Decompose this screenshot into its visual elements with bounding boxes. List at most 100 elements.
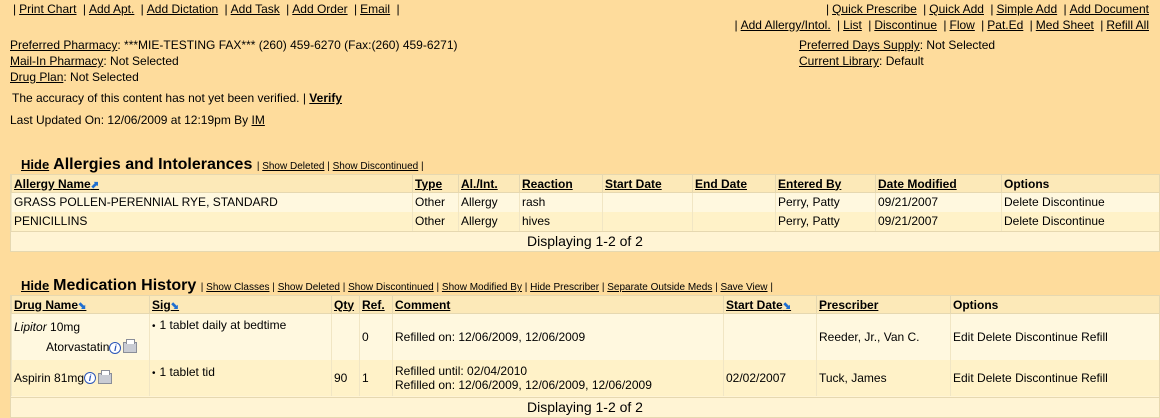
col-sig[interactable]: Sig⬊ xyxy=(149,296,332,314)
quick-prescribe-link[interactable]: Quick Prescribe xyxy=(832,2,917,16)
allergies-table: Allergy Name⬈ Type Al./Int. Reaction Sta… xyxy=(11,175,1159,231)
sort-arrow-icon: ⬈ xyxy=(90,179,100,191)
col-reaction[interactable]: Reaction xyxy=(519,175,603,193)
prescriber-cell: Tuck, James xyxy=(816,359,951,396)
verify-link[interactable]: Verify xyxy=(309,91,342,105)
info-icon[interactable]: i xyxy=(84,372,97,385)
col-drug-name[interactable]: Drug Name⬊ xyxy=(11,296,150,314)
discontinue-link[interactable]: Discontinue xyxy=(874,18,937,32)
accuracy-text: The accuracy of this content has not yet… xyxy=(12,91,306,105)
discontinue-link[interactable]: Discontinue xyxy=(1015,371,1078,385)
show-discontinued-link[interactable]: Show Discontinued xyxy=(348,282,434,293)
start-date-cell: 02/02/2007 xyxy=(723,359,817,396)
refill-all-link[interactable]: Refill All xyxy=(1106,18,1149,32)
col-qty[interactable]: Qty xyxy=(331,296,360,314)
separator: | xyxy=(923,2,927,16)
separate-outside-meds-link[interactable]: Separate Outside Meds xyxy=(607,282,712,293)
preferred-days-supply-value: : Not Selected xyxy=(919,38,996,52)
drug-name-cell: Aspirin 81mg i xyxy=(11,359,150,396)
separator: | xyxy=(286,2,290,16)
print-chart-link[interactable]: Print Chart xyxy=(19,2,76,16)
separator: | xyxy=(327,161,330,172)
edit-link[interactable]: Edit xyxy=(953,371,974,385)
show-deleted-link[interactable]: Show Deleted xyxy=(278,282,340,293)
col-end-date[interactable]: End Date xyxy=(692,175,776,193)
refill-link[interactable]: Refill xyxy=(1081,330,1108,344)
table-row: Aspirin 81mg i • 1 tablet tid 90 1 Refille… xyxy=(11,359,1159,396)
current-library-link[interactable]: Current Library xyxy=(799,54,879,68)
col-ref[interactable]: Ref. xyxy=(359,296,393,314)
mail-in-pharmacy-row: Mail-In Pharmacy: Not Selected xyxy=(10,54,179,68)
options-cell: Edit Delete Discontinue Refill xyxy=(950,313,1159,360)
col-options: Options xyxy=(1001,175,1159,193)
add-task-link[interactable]: Add Task xyxy=(231,2,280,16)
col-allergy-name[interactable]: Allergy Name⬈ xyxy=(11,175,413,193)
med-sheet-link[interactable]: Med Sheet xyxy=(1036,18,1094,32)
preferred-days-supply-link[interactable]: Preferred Days Supply xyxy=(799,38,920,52)
edit-link[interactable]: Edit xyxy=(953,330,974,344)
add-order-link[interactable]: Add Order xyxy=(292,2,347,16)
add-document-link[interactable]: Add Document xyxy=(1070,2,1149,16)
medications-hide-link[interactable]: Hide xyxy=(21,278,49,293)
allergies-hide-link[interactable]: Hide xyxy=(21,157,49,172)
col-al-int[interactable]: Al./Int. xyxy=(458,175,520,193)
preferred-pharmacy-link[interactable]: Preferred Pharmacy xyxy=(10,38,117,52)
refill-link[interactable]: Refill xyxy=(1081,371,1108,385)
discontinue-link[interactable]: Discontinue xyxy=(1015,330,1078,344)
show-modified-by-link[interactable]: Show Modified By xyxy=(442,282,522,293)
delete-link[interactable]: Delete xyxy=(1004,195,1039,209)
comment-line: Refilled on: 12/06/2009, 12/06/2009 xyxy=(395,329,586,344)
add-allergy-link[interactable]: Add Allergy/Intol. xyxy=(741,18,831,32)
print-icon[interactable] xyxy=(98,369,113,384)
separator: | xyxy=(1100,18,1104,32)
ref-cell: 0 xyxy=(359,313,393,360)
sig-text: 1 tablet daily at bedtime xyxy=(159,318,287,332)
delete-link[interactable]: Delete xyxy=(1004,214,1039,228)
delete-link[interactable]: Delete xyxy=(977,330,1012,344)
qty-cell: 90 xyxy=(331,359,360,396)
delete-link[interactable]: Delete xyxy=(977,371,1012,385)
separator: | xyxy=(396,2,400,16)
save-view-link[interactable]: Save View xyxy=(720,282,767,293)
show-classes-link[interactable]: Show Classes xyxy=(206,282,269,293)
comment-line: Refilled on: 12/06/2009, 12/06/2009, 12/… xyxy=(395,377,652,392)
add-apt-link[interactable]: Add Apt. xyxy=(89,2,134,16)
simple-add-link[interactable]: Simple Add xyxy=(996,2,1057,16)
medications-footer: Displaying 1-2 of 2 xyxy=(11,397,1159,417)
drug-plan-link[interactable]: Drug Plan xyxy=(10,70,63,84)
flow-link[interactable]: Flow xyxy=(949,18,974,32)
drug-strength: Aspirin 81mg xyxy=(14,370,85,385)
col-comment[interactable]: Comment xyxy=(392,296,724,314)
drug-strength: 10mg xyxy=(50,319,81,334)
separator: | xyxy=(13,2,17,16)
list-link[interactable]: List xyxy=(843,18,862,32)
allergy-entered-by: Perry, Patty xyxy=(775,211,876,231)
last-updated-user-link[interactable]: IM xyxy=(252,113,265,127)
discontinue-link[interactable]: Discontinue xyxy=(1042,214,1105,228)
days-supply-row: Preferred Days Supply: Not Selected xyxy=(799,38,995,52)
allergies-show-deleted-link[interactable]: Show Deleted xyxy=(262,161,324,172)
allergy-name: GRASS POLLEN-PERENNIAL RYE, STANDARD xyxy=(11,192,413,212)
quick-add-link[interactable]: Quick Add xyxy=(929,2,984,16)
allergy-alint: Allergy xyxy=(458,192,520,212)
col-entered-by[interactable]: Entered By xyxy=(775,175,876,193)
col-start-date[interactable]: Start Date xyxy=(602,175,693,193)
email-link[interactable]: Email xyxy=(360,2,390,16)
mail-in-pharmacy-link[interactable]: Mail-In Pharmacy xyxy=(10,54,103,68)
separator: | xyxy=(82,2,86,16)
pat-ed-link[interactable]: Pat.Ed xyxy=(987,18,1023,32)
allergy-entered-by: Perry, Patty xyxy=(775,192,876,212)
col-start-date[interactable]: Start Date⬊ xyxy=(723,296,817,314)
last-updated-row: Last Updated On: 12/06/2009 at 12:19pm B… xyxy=(10,113,265,127)
hide-prescriber-link[interactable]: Hide Prescriber xyxy=(530,282,599,293)
info-icon[interactable]: i xyxy=(109,341,122,354)
separator: | xyxy=(421,161,424,172)
discontinue-link[interactable]: Discontinue xyxy=(1042,195,1105,209)
col-options: Options xyxy=(950,296,1159,314)
col-date-modified[interactable]: Date Modified xyxy=(875,175,1002,193)
col-prescriber[interactable]: Prescriber xyxy=(816,296,951,314)
print-icon[interactable] xyxy=(123,339,138,354)
col-type[interactable]: Type xyxy=(412,175,459,193)
add-dictation-link[interactable]: Add Dictation xyxy=(147,2,218,16)
allergies-show-discontinued-link[interactable]: Show Discontinued xyxy=(333,161,419,172)
